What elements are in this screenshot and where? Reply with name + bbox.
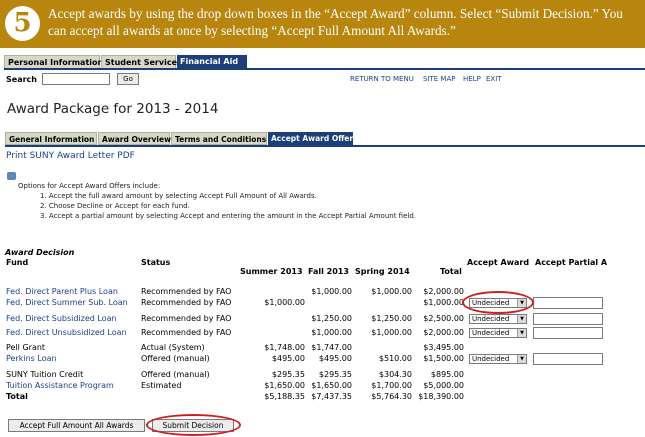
summer-cell: $295.35 [271,370,305,379]
summer-cell: $1,000.00 [264,298,305,307]
info-icon [7,172,16,180]
col-accept-partial: Accept Partial A [535,258,608,267]
spring-total: $5,764.30 [371,392,412,401]
fall-cell: $1,747.00 [311,343,352,352]
select-value: Undecided [472,315,510,323]
highlight-oval-submit-decision [146,414,241,436]
total-cell: $1,000.00 [423,298,464,307]
total-cell: $5,000.00 [423,381,464,390]
fall-cell: $1,650.00 [311,381,352,390]
help-link[interactable]: HELP [463,75,481,83]
fall-cell: $1,000.00 [311,328,352,337]
tab-terms-and-conditions[interactable]: Terms and Conditions [171,132,267,145]
spring-cell: $1,250.00 [371,314,412,323]
status-cell: Offered (manual) [141,354,210,363]
accept-partial-input[interactable] [533,313,603,325]
options-intro: Options for Accept Award Offers include: [18,182,161,190]
fund-name: SUNY Tuition Credit [6,370,84,379]
fund-link[interactable]: Perkins Loan [6,354,57,363]
search-input[interactable] [42,73,110,85]
spring-cell: $1,700.00 [371,381,412,390]
col-total: Total [440,267,462,276]
select-value: Undecided [472,355,510,363]
col-spring: Spring 2014 [355,267,410,276]
print-award-letter-link[interactable]: Print SUNY Award Letter PDF [6,151,135,161]
option-item: 3. Accept a partial amount by selecting … [40,212,416,220]
option-item: 2. Choose Decline or Accept for each fun… [40,202,190,210]
summer-cell: $495.00 [271,354,305,363]
total-cell: $2,000.00 [423,287,464,296]
nav-divider [4,68,645,70]
col-status: Status [141,258,171,267]
instruction-banner: 5 Accept awards by using the drop down b… [0,0,645,48]
highlight-oval-accept-award [462,291,534,314]
fund-link[interactable]: Fed. Direct Subsidized Loan [6,314,117,323]
col-fall: Fall 2013 [308,267,349,276]
status-cell: Estimated [141,381,182,390]
status-cell: Actual (System) [141,343,205,352]
spring-cell: $1,000.00 [371,328,412,337]
fund-link[interactable]: Tuition Assistance Program [6,381,114,390]
tab-financial-aid[interactable]: Financial Aid [177,55,247,69]
summer-total: $5,188.35 [264,392,305,401]
select-value: Undecided [472,329,510,337]
spring-cell: $1,000.00 [371,287,412,296]
total-cell: $2,000.00 [423,328,464,337]
total-cell: $2,500.00 [423,314,464,323]
status-cell: Recommended by FAO [141,314,232,323]
accept-full-amount-all-awards-button[interactable]: Accept Full Amount All Awards [8,419,145,432]
accept-award-select[interactable]: Undecided ▼ [469,354,527,364]
tab-student-services[interactable]: Student Services [101,55,182,69]
accept-award-select[interactable]: Undecided ▼ [469,328,527,338]
fall-cell: $1,000.00 [311,287,352,296]
exit-link[interactable]: EXIT [486,75,502,83]
fall-total: $7,437.35 [311,392,352,401]
status-cell: Recommended by FAO [141,287,232,296]
step-number-badge: 5 [5,6,40,41]
tab-accept-award-offer[interactable]: Accept Award Offer [268,132,353,145]
search-label: Search [6,75,37,84]
fund-link[interactable]: Fed. Direct Parent Plus Loan [6,287,118,296]
subnav-divider [5,145,645,147]
col-fund: Fund [6,258,29,267]
tab-general-information[interactable]: General Information [5,132,97,145]
summer-cell: $1,748.00 [264,343,305,352]
accept-partial-input[interactable] [533,327,603,339]
total-label: Total [6,392,28,401]
chevron-down-icon: ▼ [517,355,526,363]
page-title: Award Package for 2013 - 2014 [7,101,219,117]
status-cell: Recommended by FAO [141,298,232,307]
total-cell: $895.00 [430,370,464,379]
tab-award-overview[interactable]: Award Overview [98,132,171,145]
total-cell: $3,495.00 [423,343,464,352]
accept-partial-input[interactable] [533,297,603,309]
go-button[interactable]: Go [117,73,139,85]
award-decision-heading: Award Decision [5,248,75,257]
site-map-link[interactable]: SITE MAP [423,75,455,83]
fund-name: Pell Grant [6,343,46,352]
fall-cell: $1,250.00 [311,314,352,323]
instruction-text: Accept awards by using the drop down box… [48,6,623,38]
tab-personal-information[interactable]: Personal Information [4,55,103,69]
col-summer: Summer 2013 [240,267,303,276]
options-instructions: Options for Accept Award Offers include:… [18,181,416,221]
total-cell: $1,500.00 [423,354,464,363]
col-accept-award: Accept Award [467,258,530,267]
accept-award-select[interactable]: Undecided ▼ [469,314,527,324]
chevron-down-icon: ▼ [517,329,526,337]
chevron-down-icon: ▼ [517,315,526,323]
summer-cell: $1,650.00 [264,381,305,390]
grand-total: $18,390.00 [418,392,464,401]
return-to-menu-link[interactable]: RETURN TO MENU [350,75,414,83]
fund-link[interactable]: Fed. Direct Unsubsidized Loan [6,328,127,337]
status-cell: Recommended by FAO [141,328,232,337]
spring-cell: $304.30 [378,370,412,379]
option-item: 1. Accept the full award amount by selec… [40,192,317,200]
fund-link[interactable]: Fed. Direct Summer Sub. Loan [6,298,128,307]
spring-cell: $510.00 [378,354,412,363]
fall-cell: $495.00 [318,354,352,363]
status-cell: Offered (manual) [141,370,210,379]
fall-cell: $295.35 [318,370,352,379]
accept-partial-input[interactable] [533,353,603,365]
